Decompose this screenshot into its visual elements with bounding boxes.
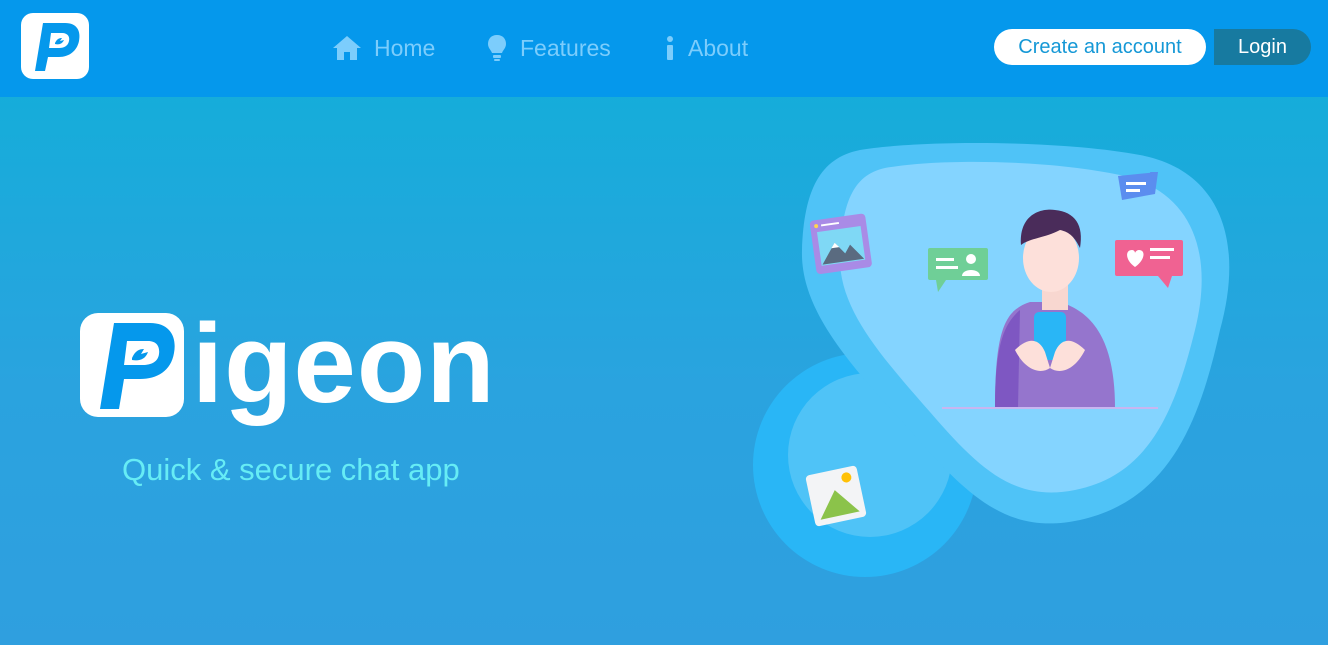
create-account-button[interactable]: Create an account bbox=[994, 29, 1206, 65]
nav-about[interactable]: About bbox=[664, 28, 748, 68]
brand-logo bbox=[80, 313, 184, 417]
tagline: Quick & secure chat app bbox=[122, 452, 460, 487]
nav-about-label: About bbox=[688, 34, 749, 61]
lightbulb-icon bbox=[486, 34, 508, 62]
home-icon bbox=[332, 35, 362, 61]
brand-name: igeon bbox=[192, 301, 496, 426]
pigeon-p-logo-icon bbox=[100, 323, 175, 409]
nav-features[interactable]: Features bbox=[486, 28, 611, 68]
pigeon-p-logo-icon bbox=[35, 23, 80, 71]
hero-illustration bbox=[740, 130, 1260, 595]
person-with-phone-chat-illustration-icon bbox=[753, 143, 1230, 577]
pigeon-logo[interactable] bbox=[21, 13, 89, 79]
nav-home[interactable]: Home bbox=[332, 28, 435, 68]
nav-features-label: Features bbox=[520, 34, 611, 61]
nav-home-label: Home bbox=[374, 34, 436, 61]
info-icon bbox=[664, 35, 676, 61]
top-navbar: Home Features About Create an account Lo… bbox=[0, 0, 1328, 97]
login-button[interactable]: Login bbox=[1214, 29, 1311, 65]
